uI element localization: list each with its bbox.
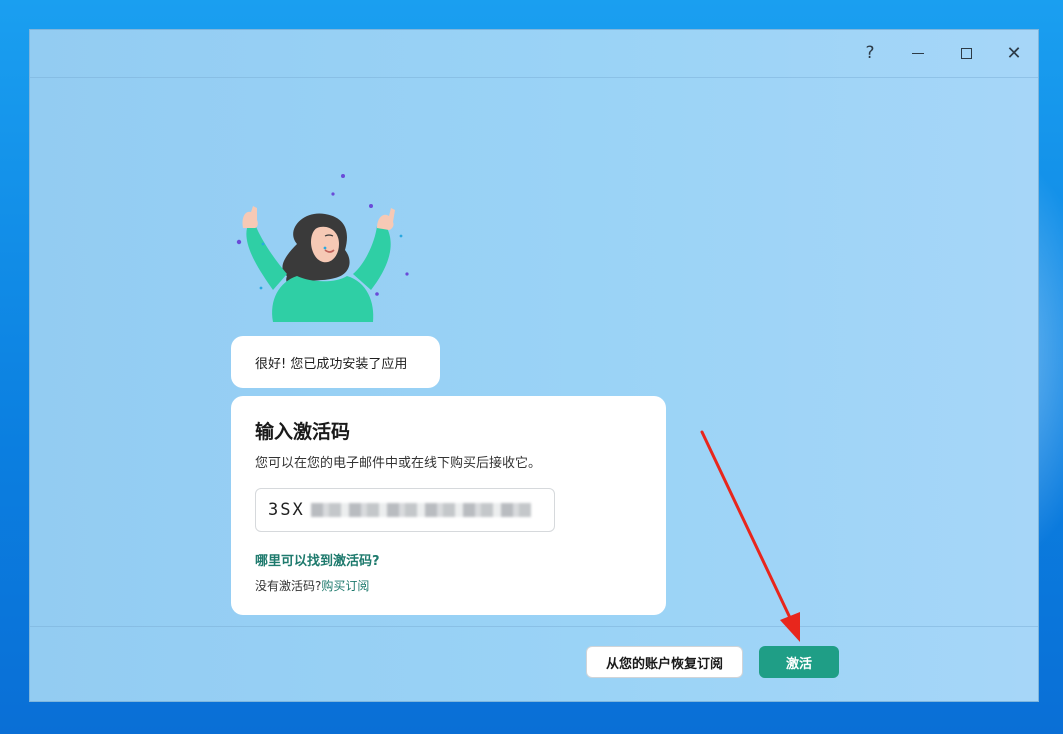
activation-code-prefix: 3SX xyxy=(268,500,305,520)
activation-card: 输入激活码 您可以在您的电子邮件中或在线下购买后接收它。 3SX 哪里可以找到激… xyxy=(231,396,666,615)
help-button[interactable]: ? xyxy=(848,38,892,68)
celebration-illustration xyxy=(236,174,409,322)
woman-right-arm xyxy=(353,226,391,290)
help-icon: ? xyxy=(865,43,875,63)
woman-body xyxy=(272,276,374,322)
find-code-link[interactable]: 哪里可以找到激活码? xyxy=(255,550,642,569)
minimize-button[interactable] xyxy=(896,38,940,68)
activation-description: 您可以在您的电子邮件中或在线下购买后接收它。 xyxy=(255,456,542,471)
app-window: ? ✕ 很好! 您已成功安装了应用 输入激活码 您可以在您的电子邮件中或在线下购… xyxy=(29,29,1039,702)
minimize-icon xyxy=(912,52,924,54)
restore-subscription-button[interactable]: 从您的账户恢复订阅 xyxy=(586,646,743,678)
activation-code-redacted xyxy=(310,503,531,517)
activation-code-input[interactable]: 3SX xyxy=(255,488,555,532)
close-button[interactable]: ✕ xyxy=(992,38,1036,68)
no-code-line: 没有激活码?购买订阅 xyxy=(255,577,642,594)
success-message-bubble: 很好! 您已成功安装了应用 xyxy=(231,336,440,388)
buy-subscription-link[interactable]: 购买订阅 xyxy=(321,579,369,593)
maximize-button[interactable] xyxy=(944,38,988,68)
success-message-text: 很好! 您已成功安装了应用 xyxy=(255,356,408,372)
activation-title: 输入激活码 xyxy=(255,421,351,443)
woman-left-hand xyxy=(242,206,258,228)
maximize-icon xyxy=(960,47,972,59)
no-code-text: 没有激活码? xyxy=(255,579,322,593)
activate-button[interactable]: 激活 xyxy=(759,646,839,678)
footer-divider xyxy=(30,626,1038,627)
close-icon: ✕ xyxy=(1006,42,1022,64)
woman-right-hand xyxy=(377,208,395,230)
title-bar: ? ✕ xyxy=(30,30,1038,78)
woman-left-arm xyxy=(246,224,287,290)
